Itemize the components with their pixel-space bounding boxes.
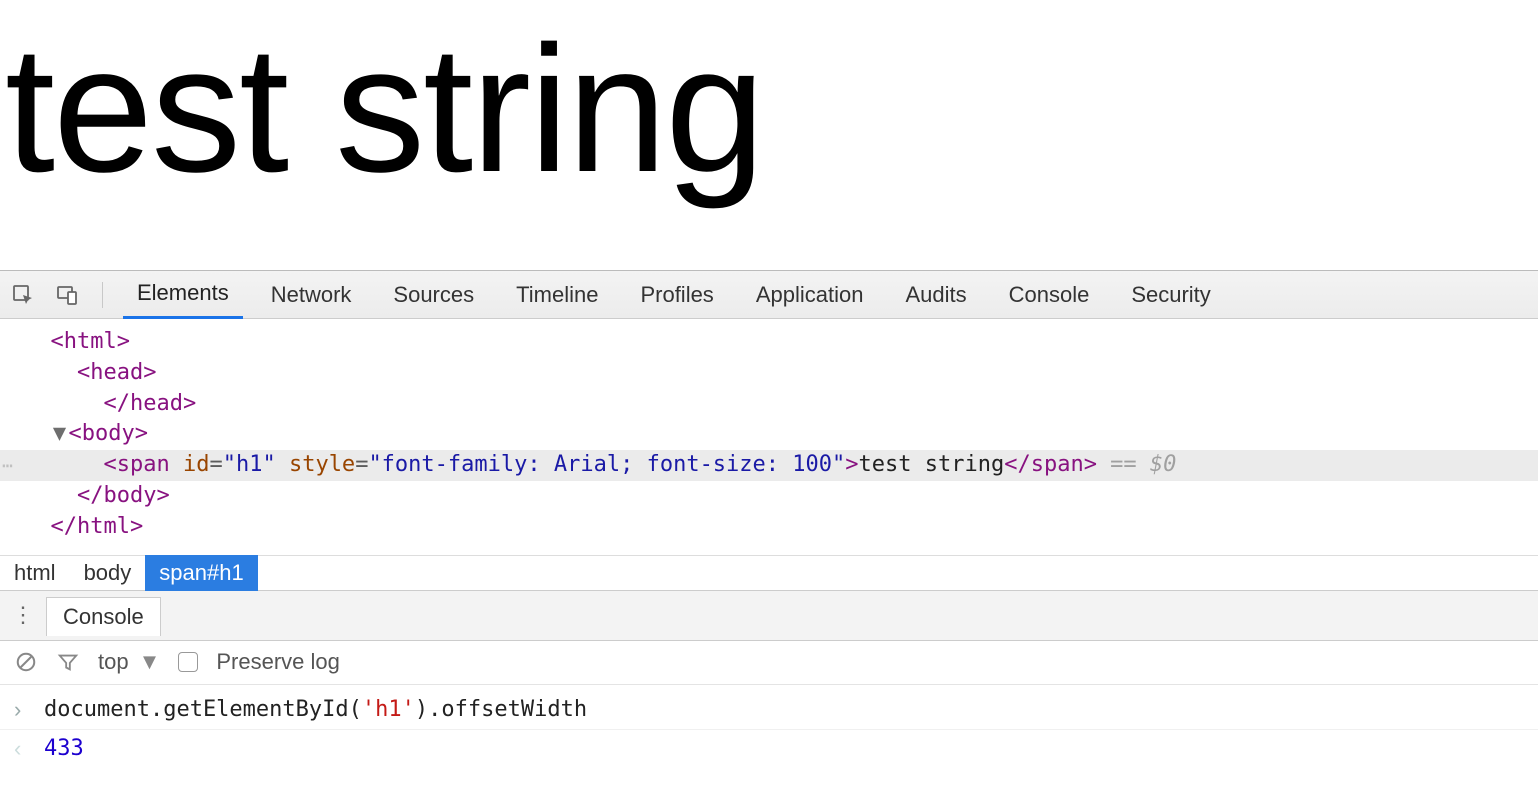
dom-attr-name: style [289,452,355,477]
console-context-label: top [98,649,129,675]
preserve-log-checkbox[interactable] [178,652,198,672]
console-code-string: 'h1' [362,697,415,722]
page-viewport: test string [0,0,1538,270]
dom-tag: </html> [51,514,144,539]
filter-icon[interactable] [56,650,80,674]
tab-elements[interactable]: Elements [123,271,243,319]
inspect-element-icon[interactable] [8,280,38,310]
devtools-main-tabbar: Elements Network Sources Timeline Profil… [0,271,1538,319]
dom-tag: <span [103,452,169,477]
dom-tag: <body> [69,421,148,446]
dom-breadcrumbs: html body span#h1 [0,555,1538,591]
dom-node-head-open[interactable]: <head> [0,358,1538,389]
console-input-code: document.getElementById('h1').offsetWidt… [44,697,587,722]
drawer-tab-console[interactable]: Console [46,597,161,636]
dom-node-selected-span[interactable]: <span id="h1" style="font-family: Arial;… [0,450,1538,481]
console-toolbar: top ▼ Preserve log [0,641,1538,685]
dom-tag: </body> [77,483,170,508]
console-input-row[interactable]: › document.getElementById('h1').offsetWi… [0,691,1538,730]
tab-network[interactable]: Network [257,271,366,319]
tab-application[interactable]: Application [742,271,878,319]
device-toolbar-icon[interactable] [52,280,82,310]
dom-tag: > [845,452,858,477]
tabbar-divider [102,282,103,308]
dom-tag: </span> [1004,452,1097,477]
console-output-row: ‹ 433 [0,730,1538,768]
preserve-log-label: Preserve log [216,649,340,675]
drawer-menu-icon[interactable]: ⋮ [10,602,36,628]
tab-profiles[interactable]: Profiles [626,271,727,319]
console-context-selector[interactable]: top ▼ [98,649,160,675]
console-input-chevron-icon: › [14,697,32,723]
tab-sources[interactable]: Sources [379,271,488,319]
dom-attr-val: "h1" [223,452,276,477]
tab-audits[interactable]: Audits [891,271,980,319]
console-output-chevron-icon: ‹ [14,736,32,762]
console-code-text: document.getElementById( [44,697,362,722]
clear-console-icon[interactable] [14,650,38,674]
dom-text-content: test string [859,452,1005,477]
drawer-header: ⋮ Console [0,591,1538,641]
dom-punct: = [355,452,368,477]
dom-attr-name: id [183,452,210,477]
dom-selected-ref: == $0 [1097,452,1176,477]
tab-security[interactable]: Security [1117,271,1224,319]
breadcrumb-span-h1[interactable]: span#h1 [145,555,257,591]
dom-node-html-open[interactable]: <html> [0,327,1538,358]
dom-tag: <html> [51,329,130,354]
console-output-value: 433 [44,736,84,761]
dom-node-body-open[interactable]: ▼<body> [0,419,1538,450]
dom-attr-val: "font-family: Arial; font-size: 100" [368,452,845,477]
dom-tree[interactable]: <html> <head> </head> ▼<body> <span id="… [0,319,1538,555]
dom-node-head-close[interactable]: </head> [0,389,1538,420]
tab-timeline[interactable]: Timeline [502,271,612,319]
dom-tag: </head> [103,391,196,416]
dom-node-html-close[interactable]: </html> [0,512,1538,543]
breadcrumb-body[interactable]: body [70,555,146,591]
devtools-panel: Elements Network Sources Timeline Profil… [0,270,1538,774]
rendered-heading-text: test string [5,0,1533,230]
console-code-text: ).offsetWidth [415,697,587,722]
chevron-down-icon: ▼ [139,649,161,675]
breadcrumb-html[interactable]: html [0,555,70,591]
tab-console[interactable]: Console [995,271,1104,319]
console-body: › document.getElementById('h1').offsetWi… [0,685,1538,774]
dom-punct: = [209,452,222,477]
dom-tag: <head> [77,360,156,385]
expand-arrow-icon[interactable]: ▼ [51,419,69,450]
dom-node-body-close[interactable]: </body> [0,481,1538,512]
